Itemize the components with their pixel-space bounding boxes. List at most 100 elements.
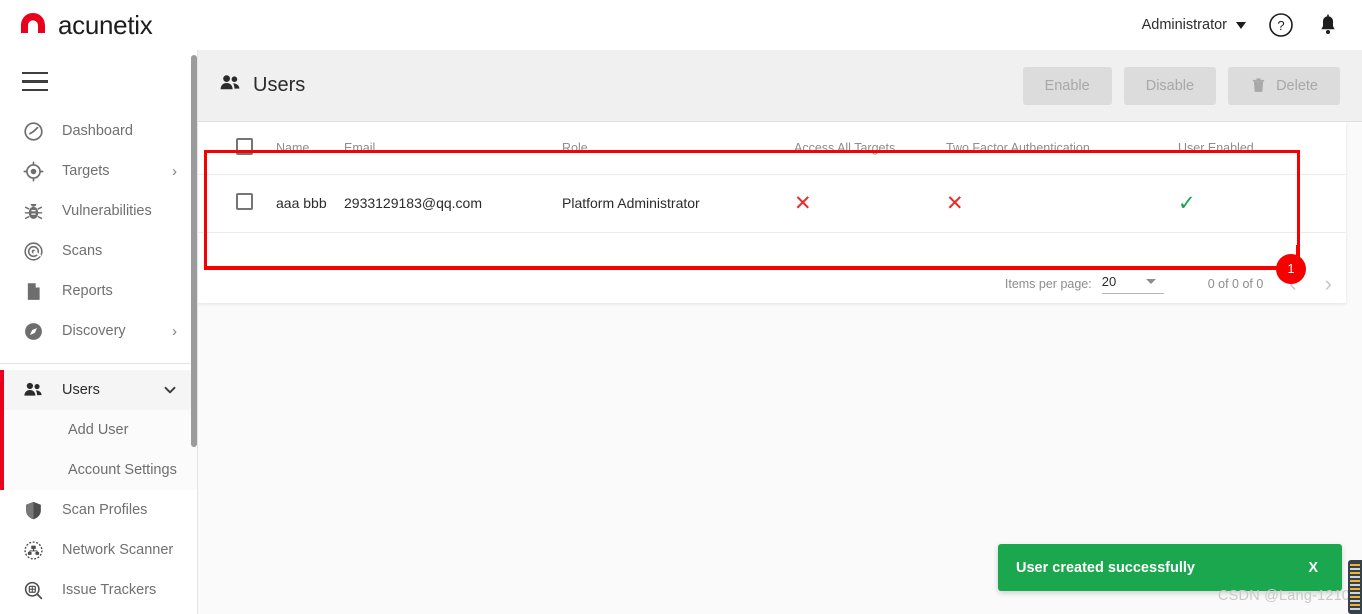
issue-tracker-icon [22,579,44,601]
chevron-right-icon[interactable]: › [1325,273,1332,295]
toast-message: User created successfully [1016,559,1195,576]
bell-icon[interactable] [1316,13,1340,37]
sidebar: Dashboard Targets › Vulnerabilities Scan… [0,50,198,614]
sidebar-users-group: Users Add User Account Settings [0,370,197,491]
sidebar-subnav-users: Add User Account Settings [0,410,197,491]
cell-name: aaa bbb [276,174,344,233]
brand-logo[interactable]: acunetix [18,9,153,41]
sidebar-item-issue-trackers[interactable]: Issue Trackers [0,570,197,610]
table-row[interactable]: aaa bbb 2933129183@qq.com Platform Admin… [198,174,1346,233]
toast-notification: User created successfully X [998,544,1342,591]
disable-button[interactable]: Disable [1123,66,1217,105]
trash-icon [1250,77,1267,94]
bug-icon [22,200,44,222]
page-content: Name Email Role Access All Targets Two F… [198,122,1362,614]
network-scanner-icon [22,539,44,561]
acunetix-logo-icon [18,10,48,40]
cell-two-factor-authentication: ✕ [946,174,1178,233]
cell-access-all-targets: ✕ [794,174,946,233]
items-per-page-select[interactable]: 20 [1101,274,1164,294]
row-select-cell [198,174,276,233]
sidebar-scrollbar[interactable] [191,55,197,447]
page-title-text: Users [253,74,306,96]
help-circle-icon[interactable]: ? [1268,12,1294,38]
hamburger-icon[interactable] [0,50,197,111]
sidebar-item-scans[interactable]: Scans [0,231,197,271]
sidebar-item-label: Scans [62,243,103,260]
svg-text:?: ? [1277,18,1284,33]
sidebar-item-label: Discovery [62,323,126,340]
annotation-badge: 1 [1276,254,1306,284]
disable-button-label: Disable [1145,77,1195,94]
enable-button[interactable]: Enable [1022,66,1112,105]
chevron-down-icon [1146,279,1157,284]
compass-icon [22,320,44,342]
sidebar-item-label: Issue Trackers [62,582,157,599]
sidebar-item-label: Scan Profiles [62,502,148,519]
target-icon [22,160,44,182]
users-table-body: aaa bbb 2933129183@qq.com Platform Admin… [198,174,1346,233]
column-header-user-enabled: User Enabled [1178,122,1346,175]
chevron-right-icon: › [172,162,177,180]
top-bar: acunetix Administrator ? [0,0,1362,50]
sidebar-item-scan-profiles[interactable]: Scan Profiles [0,490,197,530]
chevron-down-icon [163,383,177,397]
sidebar-divider [0,363,197,365]
users-icon [218,71,242,100]
row-checkbox[interactable] [236,193,253,210]
sidebar-item-users[interactable]: Users [0,370,197,411]
column-header-access-all-targets: Access All Targets [794,122,946,175]
sidebar-item-label: Targets [62,163,110,180]
brand-name: acunetix [58,9,153,40]
items-per-page-value: 20 [1101,274,1117,289]
sidebar-item-reports[interactable]: Reports [0,271,197,311]
users-icon [22,379,44,401]
table-header-row: Name Email Role Access All Targets Two F… [198,122,1346,175]
items-per-page-label: Items per page: [1004,277,1092,291]
edge-widget[interactable] [1348,560,1362,614]
sidebar-item-vulnerabilities[interactable]: Vulnerabilities [0,191,197,231]
page-title: Users [218,71,305,100]
sidebar-item-label: Reports [62,283,113,300]
select-all-checkbox[interactable] [236,137,253,155]
cross-icon: ✕ [794,191,812,215]
app-root: acunetix Administrator ? Dashboard Targe… [0,0,1362,614]
sidebar-item-account-settings[interactable]: Account Settings [0,450,197,490]
sidebar-item-network-scanner[interactable]: Network Scanner [0,530,197,570]
cross-icon: ✕ [946,191,964,215]
sidebar-item-label: Network Scanner [62,542,174,559]
chevron-right-icon: › [172,322,177,340]
check-icon: ✓ [1178,191,1196,215]
delete-button-label: Delete [1276,77,1318,94]
sidebar-subitem-label: Account Settings [68,462,177,479]
sidebar-item-dashboard[interactable]: Dashboard [0,111,197,151]
sidebar-item-label: Dashboard [62,123,133,140]
watermark-text: CSDN @Lang-1210 [1218,588,1351,604]
account-menu[interactable]: Administrator [1142,17,1246,33]
account-name: Administrator [1141,17,1227,33]
sidebar-item-targets[interactable]: Targets › [0,151,197,191]
sidebar-item-add-user[interactable]: Add User [0,410,197,450]
users-table-card: Name Email Role Access All Targets Two F… [198,122,1346,303]
document-icon [22,280,44,302]
top-bar-right: Administrator ? [1142,12,1340,38]
shield-icon [22,499,44,521]
users-table-head: Name Email Role Access All Targets Two F… [198,122,1346,175]
column-header-email: Email [344,122,562,175]
delete-button[interactable]: Delete [1228,66,1340,105]
sidebar-item-discovery[interactable]: Discovery › [0,311,197,351]
users-table: Name Email Role Access All Targets Two F… [198,122,1346,233]
select-all-header [198,122,276,175]
header-actions: Enable Disable Delete [1022,66,1340,105]
toast-close-button[interactable]: X [1308,560,1318,576]
pagination-range: 0 of 0 of 0 [1207,277,1264,291]
sidebar-item-label: Users [62,382,100,399]
scan-radar-icon [22,240,44,262]
column-header-role: Role [562,122,794,175]
sidebar-item-label: Vulnerabilities [62,203,152,220]
column-header-name: Name [276,122,344,175]
cell-email: 2933129183@qq.com [344,174,562,233]
sidebar-subitem-label: Add User [68,422,129,439]
cell-role: Platform Administrator [562,174,794,233]
cell-user-enabled: ✓ [1178,174,1346,233]
